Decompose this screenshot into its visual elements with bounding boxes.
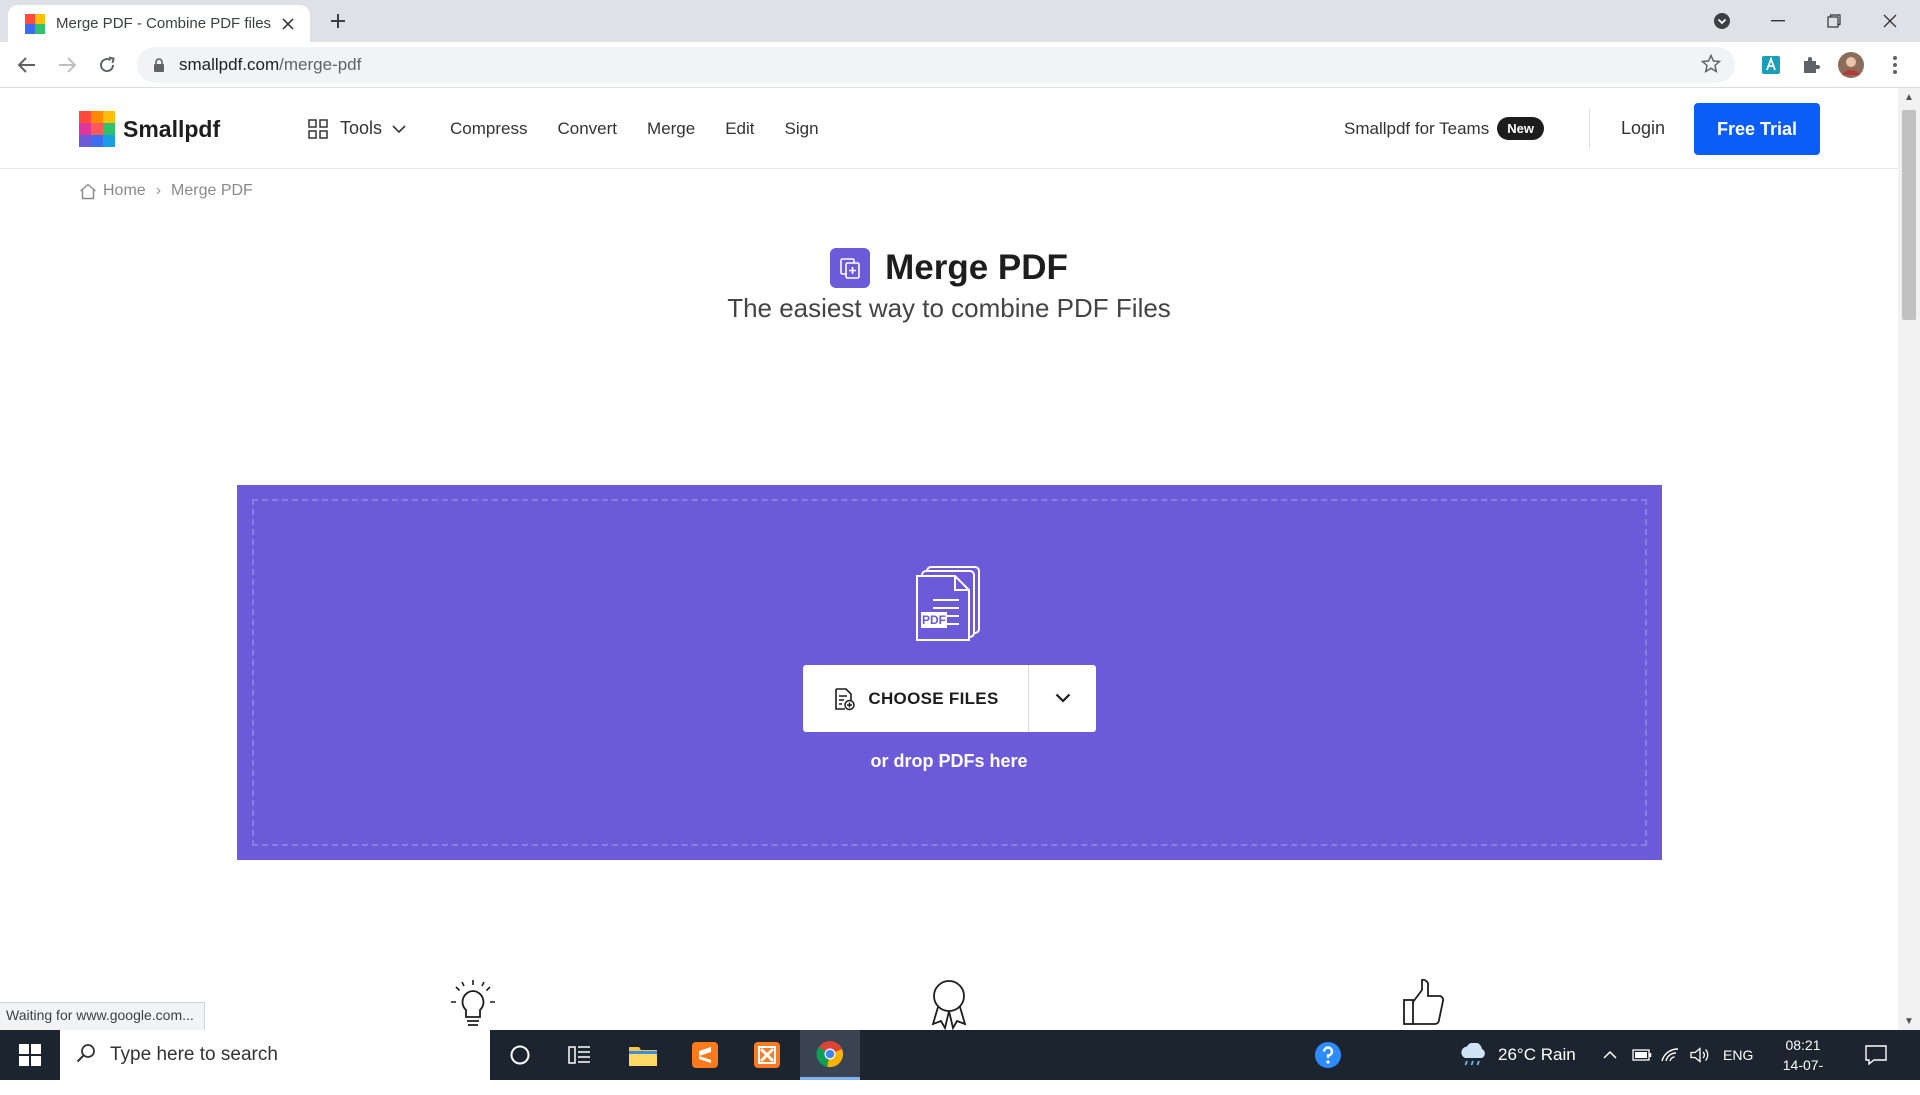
tools-menu-button[interactable]: Tools [308,118,406,139]
pdf-files-icon: PDF [913,566,985,647]
nav-link-convert[interactable]: Convert [558,119,618,139]
drop-hint: or drop PDFs here [870,751,1028,771]
scrollbar-thumb[interactable] [1902,110,1916,320]
bookmark-star-icon[interactable] [1700,53,1722,79]
web-page: Smallpdf Tools Compress Convert Merge Ed… [0,88,1898,1030]
chevron-down-icon [392,124,406,133]
search-icon [76,1043,96,1068]
reload-icon[interactable] [92,50,122,80]
breadcrumb: Home › Merge PDF [79,182,253,200]
teams-label: Smallpdf for Teams [1344,118,1490,138]
close-window-icon[interactable] [1862,0,1918,42]
weather-widget[interactable]: 26°C Rain [1458,1030,1576,1080]
tab-title: Merge PDF - Combine PDF files o [56,15,272,32]
extension-translate-icon[interactable] [1756,50,1786,80]
login-link[interactable]: Login [1621,88,1665,169]
file-explorer-icon[interactable] [613,1030,673,1080]
choose-files-label: CHOOSE FILES [868,688,999,708]
taskbar-search-placeholder: Type here to search [110,1044,278,1065]
rain-cloud-icon [1458,1043,1488,1067]
forward-icon[interactable] [52,50,82,80]
pdf-icon-label: PDF [922,613,946,627]
browser-tab[interactable]: Merge PDF - Combine PDF files o [8,5,310,42]
page-scrollbar[interactable]: ▲ ▼ [1898,88,1920,1030]
tab-close-icon[interactable] [278,14,298,34]
merge-pdf-icon [830,248,871,288]
chrome-taskbar-icon[interactable] [800,1030,860,1080]
volume-icon[interactable] [1690,1030,1710,1080]
thumbs-up-icon [1402,978,1446,1030]
browser-tabstrip: Merge PDF - Combine PDF files o [0,0,1920,42]
nav-link-edit[interactable]: Edit [725,119,754,139]
windows-start-icon[interactable] [0,1030,60,1080]
smallpdf-logo-icon [79,111,115,147]
nav-link-sign[interactable]: Sign [785,119,819,139]
nav-link-merge[interactable]: Merge [647,119,695,139]
award-ribbon-icon [928,978,970,1030]
header-divider [1589,108,1590,150]
help-icon[interactable] [1298,1030,1358,1080]
free-trial-button[interactable]: Free Trial [1694,103,1820,155]
task-view-icon[interactable] [550,1030,610,1080]
logo-text: Smallpdf [123,115,221,142]
address-bar[interactable]: smallpdf.com/merge-pdf [137,47,1735,83]
page-title: Merge PDF [885,248,1068,287]
grid-icon [308,118,328,139]
home-icon[interactable] [79,183,97,200]
back-icon[interactable] [12,50,42,80]
chevron-down-icon [1055,690,1071,708]
taskbar-search-box[interactable]: Type here to search [60,1030,490,1080]
breadcrumb-separator: › [155,182,162,199]
taskbar-clock[interactable]: 08:21 14-07-2021 [1768,1035,1838,1095]
choose-files-dropdown-button[interactable] [1028,665,1096,732]
scroll-up-arrow-icon[interactable]: ▲ [1898,88,1920,106]
page-subtitle: The easiest way to combine PDF Files [727,293,1171,323]
clock-time: 08:21 [1785,1037,1821,1053]
url-path: /merge-pdf [279,55,362,74]
wifi-icon[interactable] [1661,1030,1679,1080]
main-nav: Tools Compress Convert Merge Edit Sign [308,88,849,169]
browser-status-bubble: Waiting for www.google.com... [0,1002,205,1030]
xampp-icon[interactable] [737,1030,797,1080]
teams-link[interactable]: Smallpdf for Teams New [1344,88,1544,169]
smallpdf-favicon-icon [25,13,45,34]
nav-link-compress[interactable]: Compress [450,119,527,139]
sublime-text-icon[interactable] [675,1030,735,1080]
choose-files-group: CHOOSE FILES [803,665,1096,732]
notifications-icon[interactable] [1865,1030,1887,1080]
weather-text: 26°C Rain [1498,1045,1576,1064]
windows-taskbar: Type here to search 26°C Rain ENG 08:21 [0,1030,1920,1093]
show-hidden-icons-chevron-icon[interactable] [1603,1030,1617,1080]
smallpdf-logo[interactable]: Smallpdf [79,111,220,147]
browser-toolbar: smallpdf.com/merge-pdf [0,42,1920,88]
battery-icon[interactable] [1632,1030,1652,1080]
page-title-row: Merge PDF [0,248,1898,288]
new-badge: New [1497,117,1544,140]
choose-files-button[interactable]: CHOOSE FILES [803,665,1028,732]
extensions-puzzle-icon[interactable] [1796,50,1826,80]
tab-search-icon[interactable] [1694,0,1750,42]
url-host: smallpdf.com [179,55,280,74]
browser-menu-icon[interactable] [1880,50,1910,80]
breadcrumb-current: Merge PDF [171,182,253,199]
minimize-icon[interactable] [1750,0,1806,42]
tools-label: Tools [340,118,383,138]
profile-avatar[interactable] [1836,50,1866,80]
add-document-icon [832,687,856,711]
scroll-down-arrow-icon[interactable]: ▼ [1898,1012,1920,1030]
lightbulb-icon [450,978,496,1030]
lock-icon[interactable] [153,58,165,72]
restore-icon[interactable] [1806,0,1862,42]
cortana-icon[interactable] [490,1030,550,1080]
clock-date: 14-07-2021 [1782,1057,1824,1093]
language-indicator[interactable]: ENG [1723,1030,1753,1080]
breadcrumb-home[interactable]: Home [103,182,146,200]
site-header: Smallpdf Tools Compress Convert Merge Ed… [0,88,1898,169]
new-tab-button[interactable] [325,8,351,34]
